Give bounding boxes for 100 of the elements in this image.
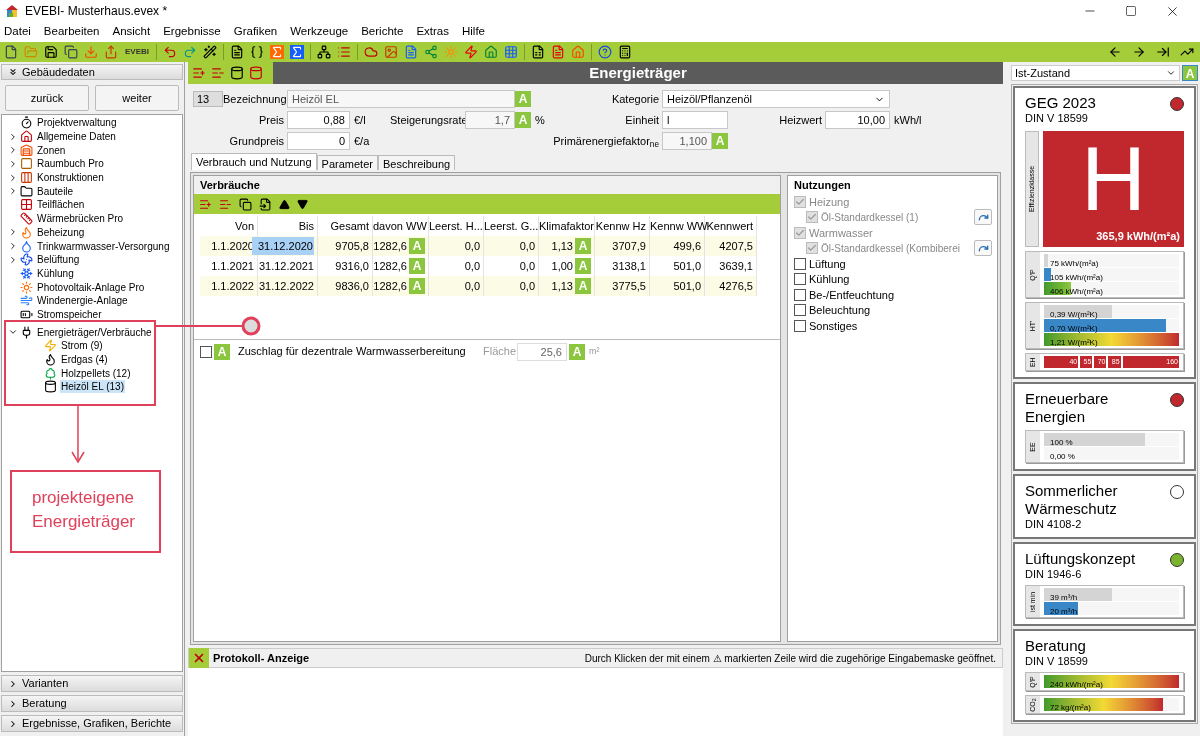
tree-item[interactable]: Strom (9)	[60, 339, 104, 353]
network-icon[interactable]	[317, 45, 331, 59]
text-field[interactable]: 10,00	[825, 111, 890, 129]
undo-icon[interactable]	[163, 45, 177, 59]
tree-item[interactable]: Kühlung	[36, 266, 75, 280]
go-to-button[interactable]	[974, 240, 992, 257]
tree-item[interactable]: Zonen	[36, 143, 67, 157]
go-to-button[interactable]	[974, 209, 992, 226]
copy-icon[interactable]	[239, 197, 252, 211]
tree-item[interactable]: Beheizung	[36, 225, 86, 239]
tab[interactable]: Parameter	[316, 155, 378, 170]
checkbox[interactable]	[794, 319, 806, 332]
sum-icon[interactable]	[290, 45, 304, 59]
menu-item[interactable]: Datei	[4, 23, 31, 41]
nav-button[interactable]: zurück	[5, 85, 89, 111]
toolbar-button[interactable]: EVEBI	[124, 46, 150, 58]
menu-item[interactable]: Ergebnisse	[163, 23, 221, 41]
section-header[interactable]: Beratung	[1, 695, 183, 712]
table-cell-text: 501,0	[673, 258, 701, 274]
text-field[interactable]: 0	[287, 132, 350, 150]
tree-item[interactable]: Teilflächen	[36, 198, 86, 212]
tree-item[interactable]: Projektverwaltung	[36, 116, 118, 130]
menu-item[interactable]: Berichte	[361, 23, 404, 41]
text-field[interactable]: 25,6	[517, 342, 567, 361]
field-label: Einheit	[624, 112, 660, 128]
list-icon[interactable]	[337, 45, 351, 59]
move-down-icon[interactable]	[297, 198, 308, 210]
maximize-icon[interactable]	[1125, 5, 1137, 17]
dropdown[interactable]: Heizöl/Pflanzenöl	[662, 90, 890, 108]
checkbox[interactable]	[794, 257, 806, 270]
chevron-right-icon[interactable]	[8, 241, 18, 252]
braces-icon[interactable]	[250, 45, 264, 59]
tree-item[interactable]: Photovoltaik-Anlage Pro	[36, 280, 146, 294]
scenario-dropdown[interactable]: Ist-Zustand	[1011, 65, 1180, 81]
tree-item[interactable]: Bauteile	[36, 184, 75, 198]
checkbox[interactable]	[200, 345, 212, 358]
grid-icon[interactable]	[504, 45, 518, 59]
save-icon[interactable]	[44, 45, 58, 59]
share-icon[interactable]	[104, 45, 118, 59]
tab[interactable]: Beschreibung	[377, 155, 456, 170]
tree-item[interactable]: Holzpellets (12)	[60, 366, 132, 380]
spreadsheet-icon[interactable]	[531, 45, 545, 59]
note-icon[interactable]	[404, 45, 418, 59]
tree-item[interactable]: Erdgas (4)	[60, 353, 109, 367]
lightning-icon[interactable]	[464, 45, 478, 59]
tree-item[interactable]: Energieträger/Verbräuche	[36, 325, 153, 339]
tree-item[interactable]: Trinkwarmwasser-Versorgung	[36, 239, 171, 253]
tree-item[interactable]: Konstruktionen	[36, 171, 105, 185]
sum-icon[interactable]	[270, 45, 284, 59]
table-cell-text: 1.1.2021	[211, 258, 254, 274]
section-header[interactable]: Varianten	[1, 675, 183, 692]
tree-item[interactable]: Raumbuch Pro	[36, 157, 105, 171]
menu-item[interactable]: Extras	[416, 23, 449, 41]
remove-row-icon[interactable]	[211, 66, 225, 80]
tree-item[interactable]: Windenergie-Anlage	[36, 294, 129, 308]
tree-item[interactable]: Stromspeicher	[36, 307, 103, 321]
menu-item[interactable]: Werkzeuge	[290, 23, 349, 41]
field-label: Fläche	[483, 344, 515, 360]
table-cell-text: 3138,1	[612, 258, 646, 274]
remove-row-icon[interactable]	[219, 197, 232, 211]
chevron-right-icon[interactable]	[8, 254, 18, 265]
chevron-right-icon[interactable]	[8, 131, 18, 142]
add-row-icon[interactable]	[192, 66, 206, 80]
arrow-to-end-icon[interactable]	[1156, 45, 1170, 59]
chevron-right-icon[interactable]	[8, 145, 18, 156]
chevron-right-icon[interactable]	[8, 158, 18, 169]
image-icon[interactable]	[384, 45, 398, 59]
nodes-icon[interactable]	[424, 45, 438, 59]
chevron-right-icon[interactable]	[8, 172, 18, 183]
tree-item[interactable]: Wärmebrücken Pro	[36, 212, 125, 226]
chevron-right-icon[interactable]	[8, 227, 18, 238]
wand-icon[interactable]	[203, 45, 217, 59]
copy-icon[interactable]	[64, 45, 78, 59]
help-icon[interactable]	[598, 45, 612, 59]
document-icon[interactable]	[230, 45, 244, 59]
chevron-right-icon[interactable]	[8, 186, 18, 197]
move-up-icon[interactable]	[279, 198, 290, 210]
text-field[interactable]: 0,88	[287, 111, 350, 129]
calculator-icon[interactable]	[618, 45, 632, 59]
menu-item[interactable]: Bearbeiten	[43, 23, 100, 41]
menu-item[interactable]: Grafiken	[233, 23, 278, 41]
import-icon[interactable]	[259, 197, 272, 211]
tree-item[interactable]: Allgemeine Daten	[36, 130, 117, 144]
new-file-icon[interactable]	[4, 45, 18, 59]
tree-item[interactable]: Belüftung	[36, 253, 81, 267]
report-icon[interactable]	[551, 45, 565, 59]
menu-item[interactable]: Hilfe	[461, 23, 485, 41]
barrel-icon[interactable]	[230, 66, 244, 80]
checkbox[interactable]	[794, 273, 806, 286]
section-header[interactable]: Gebäudedaten	[1, 64, 183, 80]
section-header[interactable]: Ergebnisse, Grafiken, Berichte	[1, 715, 183, 732]
add-row-icon[interactable]	[199, 197, 212, 211]
checkbox[interactable]	[794, 304, 806, 317]
text-field[interactable]: l	[662, 111, 728, 129]
menu-item[interactable]: Ansicht	[112, 23, 151, 41]
tab[interactable]: Verbrauch und Nutzung	[191, 153, 317, 170]
cloud-icon[interactable]	[364, 45, 378, 59]
tree-item[interactable]: Heizöl EL (13)	[60, 380, 125, 394]
nav-button[interactable]: weiter	[95, 85, 179, 111]
checkbox[interactable]	[794, 288, 806, 301]
